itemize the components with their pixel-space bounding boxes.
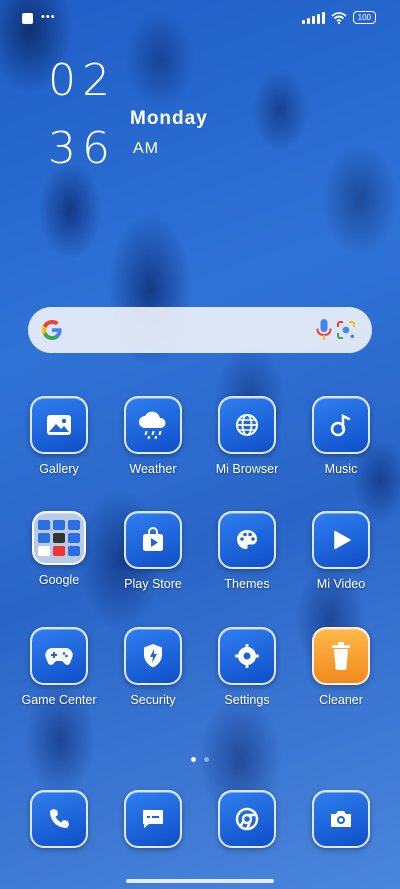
phone-icon	[30, 790, 88, 848]
status-right: 100	[301, 11, 376, 24]
clock-widget[interactable]: 02 36	[48, 56, 116, 174]
dock-messages[interactable]	[106, 790, 200, 848]
app-label: Themes	[224, 577, 270, 591]
folder-icon	[32, 511, 86, 565]
google-lens-icon[interactable]	[334, 318, 358, 342]
clock-day: Monday	[130, 108, 208, 129]
battery-indicator: 100	[352, 11, 376, 24]
google-search-bar[interactable]	[28, 307, 372, 353]
chrome-icon	[218, 790, 276, 848]
app-label: Settings	[224, 693, 270, 707]
message-icon	[124, 790, 182, 848]
page-dot-active	[191, 757, 196, 762]
app-label: Weather	[129, 462, 177, 476]
app-label: Security	[130, 693, 176, 707]
signal-icon	[301, 11, 325, 24]
more-notifications-icon: •••	[41, 10, 56, 23]
page-indicator	[0, 757, 400, 762]
app-themes[interactable]: Themes	[200, 511, 294, 591]
trash-icon	[312, 627, 370, 685]
app-gallery[interactable]: Gallery	[12, 396, 106, 476]
clock-ampm: AM	[133, 140, 159, 157]
google-g-icon	[42, 320, 62, 340]
app-label: Music	[324, 462, 358, 476]
app-label: Mi Video	[316, 577, 366, 591]
app-label: Play Store	[124, 577, 182, 591]
app-music[interactable]: Music	[294, 396, 388, 476]
app-label: Mi Browser	[215, 462, 279, 476]
clock-minutes: 36	[48, 123, 116, 174]
app-play-store[interactable]: Play Store	[106, 511, 200, 591]
app-label: Cleaner	[319, 693, 363, 707]
wifi-icon	[331, 11, 347, 24]
app-settings[interactable]: Settings	[200, 627, 294, 707]
play-store-icon	[124, 511, 182, 569]
clock-hours: 02	[48, 55, 116, 106]
dock-phone[interactable]	[12, 790, 106, 848]
status-left: •••	[22, 10, 56, 24]
notification-icon	[22, 13, 33, 24]
globe-icon	[218, 396, 276, 454]
status-bar: ••• 100	[0, 0, 400, 36]
gamepad-icon	[30, 627, 88, 685]
app-label: Google	[38, 573, 80, 587]
camera-icon	[312, 790, 370, 848]
dock-chrome[interactable]	[200, 790, 294, 848]
play-icon	[312, 511, 370, 569]
cloud-rain-icon	[124, 396, 182, 454]
music-note-icon	[312, 396, 370, 454]
app-security[interactable]: Security	[106, 627, 200, 707]
page-dot	[204, 757, 209, 762]
app-cleaner[interactable]: Cleaner	[294, 627, 388, 707]
app-folder-google[interactable]: Google	[12, 511, 106, 587]
app-game-center[interactable]: Game Center	[12, 627, 106, 707]
app-mi-browser[interactable]: Mi Browser	[200, 396, 294, 476]
gallery-icon	[30, 396, 88, 454]
app-mi-video[interactable]: Mi Video	[294, 511, 388, 591]
app-label: Gallery	[39, 462, 79, 476]
app-label: Game Center	[21, 693, 97, 707]
gear-icon	[218, 627, 276, 685]
home-gesture-bar[interactable]	[126, 879, 274, 883]
dock-camera[interactable]	[294, 790, 388, 848]
shield-icon	[124, 627, 182, 685]
app-weather[interactable]: Weather	[106, 396, 200, 476]
microphone-icon[interactable]	[314, 317, 334, 343]
palette-icon	[218, 511, 276, 569]
